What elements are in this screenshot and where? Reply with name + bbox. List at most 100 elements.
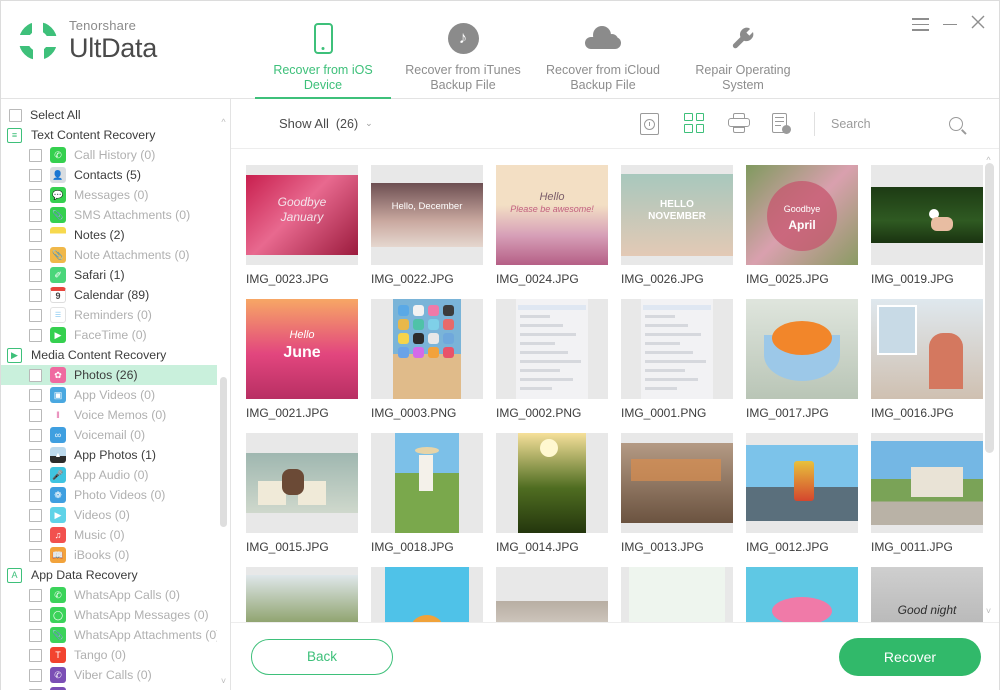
photo-cell[interactable]: IMG_0016.JPG bbox=[871, 299, 983, 420]
photo-thumbnail[interactable] bbox=[746, 299, 858, 399]
photo-cell[interactable]: IMG_0018.JPG bbox=[371, 433, 483, 554]
sidebar-item-whatsapp-calls[interactable]: ✆ WhatsApp Calls (0) bbox=[1, 585, 217, 605]
sidebar-item-music[interactable]: ♫ Music (0) bbox=[1, 525, 217, 545]
item-checkbox[interactable] bbox=[29, 628, 42, 642]
photo-cell[interactable]: IMG_0001.PNG bbox=[621, 299, 733, 420]
tab-recover-from-itunes-backup[interactable]: ♪ Recover from iTunes Backup File bbox=[393, 11, 533, 99]
sidebar-item-safari[interactable]: ✐ Safari (1) bbox=[1, 265, 217, 285]
photo-thumbnail[interactable] bbox=[496, 299, 608, 399]
tab-recover-from-icloud-backup[interactable]: Recover from iCloud Backup File bbox=[533, 11, 673, 99]
photo-thumbnail[interactable] bbox=[496, 567, 608, 622]
photo-thumbnail[interactable] bbox=[746, 433, 858, 533]
photo-cell[interactable]: HELLO NOVEMBER IMG_0026.JPG bbox=[621, 165, 733, 286]
photo-thumbnail[interactable]: Good night bbox=[871, 567, 983, 622]
sidebar-item-viber-messages[interactable]: ◯Viber Messages (0) bbox=[1, 685, 217, 690]
sidebar-item-messages[interactable]: 💬 Messages (0) bbox=[1, 185, 217, 205]
photo-cell[interactable]: IMG_0012.JPG bbox=[746, 433, 858, 554]
photo-cell[interactable]: Goodbye January IMG_0023.JPG bbox=[246, 165, 358, 286]
photo-cell[interactable]: IMG_0015.JPG bbox=[246, 433, 358, 554]
photo-thumbnail[interactable] bbox=[621, 299, 733, 399]
sidebar-item-tango[interactable]: T Tango (0) bbox=[1, 645, 217, 665]
time-view-icon[interactable] bbox=[640, 112, 662, 135]
photo-cell[interactable] bbox=[621, 567, 733, 622]
photo-thumbnail[interactable] bbox=[371, 433, 483, 533]
item-checkbox[interactable] bbox=[29, 528, 42, 542]
photo-cell[interactable]: IMG_0011.JPG bbox=[871, 433, 983, 554]
item-checkbox[interactable] bbox=[29, 328, 42, 342]
photo-cell[interactable]: Hello Please be awesome! IMG_0024.JPG bbox=[496, 165, 608, 286]
sidebar-group-list-group-icon[interactable]: ≡ Text Content Recovery bbox=[1, 125, 217, 145]
photo-thumbnail[interactable]: Hello June bbox=[246, 299, 358, 399]
photo-thumbnail[interactable] bbox=[371, 567, 483, 622]
sidebar-item-app-videos[interactable]: ▣ App Videos (0) bbox=[1, 385, 217, 405]
item-checkbox[interactable] bbox=[29, 648, 42, 662]
sidebar-item-sms-attachment[interactable]: 📎 SMS Attachments (0) bbox=[1, 205, 217, 225]
photo-thumbnail[interactable] bbox=[746, 567, 858, 622]
sidebar-group-media-group-icon[interactable]: ▶ Media Content Recovery bbox=[1, 345, 217, 365]
print-icon[interactable] bbox=[728, 112, 750, 135]
grid-scroll-down-icon[interactable]: ˅ bbox=[983, 606, 994, 616]
recover-button[interactable]: Recover bbox=[839, 637, 981, 676]
grid-scrollbar[interactable]: ^ ˅ bbox=[984, 155, 995, 616]
photo-cell[interactable]: IMG_0013.JPG bbox=[621, 433, 733, 554]
sidebar-item-videos[interactable]: ▶ Videos (0) bbox=[1, 505, 217, 525]
sidebar-scrollbar[interactable]: ^ ˅ bbox=[219, 117, 228, 686]
sidebar-item-photo-videos[interactable]: ❁ Photo Videos (0) bbox=[1, 485, 217, 505]
photo-thumbnail[interactable]: Hello, December bbox=[371, 165, 483, 265]
photo-thumbnail[interactable]: Goodbye January bbox=[246, 165, 358, 265]
item-checkbox[interactable] bbox=[29, 428, 42, 442]
sidebar-item-note-attachment[interactable]: 📎 Note Attachments (0) bbox=[1, 245, 217, 265]
item-checkbox[interactable] bbox=[29, 288, 42, 302]
item-checkbox[interactable] bbox=[29, 168, 42, 182]
photo-thumbnail[interactable] bbox=[871, 165, 983, 265]
item-checkbox[interactable] bbox=[29, 448, 42, 462]
photo-cell[interactable] bbox=[496, 567, 608, 622]
photo-cell[interactable] bbox=[371, 567, 483, 622]
sidebar-item-app-photos[interactable]: ▲ App Photos (1) bbox=[1, 445, 217, 465]
close-icon[interactable] bbox=[971, 15, 985, 34]
photo-thumbnail[interactable] bbox=[496, 433, 608, 533]
search-box[interactable] bbox=[831, 116, 981, 131]
photo-cell[interactable]: Goodbye April IMG_0025.JPG bbox=[746, 165, 858, 286]
item-checkbox[interactable] bbox=[29, 608, 42, 622]
photo-cell[interactable]: Good night bbox=[871, 567, 983, 622]
photo-cell[interactable]: IMG_0002.PNG bbox=[496, 299, 608, 420]
item-checkbox[interactable] bbox=[29, 148, 42, 162]
menu-icon[interactable] bbox=[912, 18, 929, 31]
item-checkbox[interactable] bbox=[29, 208, 42, 222]
photo-thumbnail[interactable] bbox=[246, 433, 358, 533]
sidebar-item-photos[interactable]: ✿ Photos (26) bbox=[1, 365, 217, 385]
item-checkbox[interactable] bbox=[29, 228, 42, 242]
photo-cell[interactable] bbox=[746, 567, 858, 622]
item-checkbox[interactable] bbox=[29, 488, 42, 502]
sidebar-group-appdata-group-icon[interactable]: A App Data Recovery bbox=[1, 565, 217, 585]
item-checkbox[interactable] bbox=[29, 368, 42, 382]
tab-recover-from-ios-device[interactable]: Recover from iOS Device bbox=[253, 11, 393, 100]
photo-cell[interactable] bbox=[246, 567, 358, 622]
sidebar-item-voice-memos[interactable]: ‖ Voice Memos (0) bbox=[1, 405, 217, 425]
sidebar-item-viber-calls[interactable]: ✆ Viber Calls (0) bbox=[1, 665, 217, 685]
grid-view-icon[interactable] bbox=[684, 112, 706, 135]
item-checkbox[interactable] bbox=[29, 468, 42, 482]
item-checkbox[interactable] bbox=[29, 588, 42, 602]
item-checkbox[interactable] bbox=[29, 668, 42, 682]
sidebar-item-whatsapp-attachments[interactable]: 📎 WhatsApp Attachments (0) bbox=[1, 625, 217, 645]
item-checkbox[interactable] bbox=[29, 188, 42, 202]
photo-cell[interactable]: IMG_0003.PNG bbox=[371, 299, 483, 420]
search-input[interactable] bbox=[831, 116, 949, 131]
export-settings-icon[interactable] bbox=[772, 112, 794, 135]
sidebar-item-app-audio[interactable]: 🎤 App Audio (0) bbox=[1, 465, 217, 485]
photo-thumbnail[interactable] bbox=[621, 433, 733, 533]
sidebar-item-reminders[interactable]: ☰ Reminders (0) bbox=[1, 305, 217, 325]
photo-thumbnail[interactable] bbox=[871, 299, 983, 399]
photo-thumbnail[interactable] bbox=[371, 299, 483, 399]
item-checkbox[interactable] bbox=[29, 508, 42, 522]
item-checkbox[interactable] bbox=[29, 408, 42, 422]
photo-thumbnail[interactable]: Goodbye April bbox=[746, 165, 858, 265]
item-checkbox[interactable] bbox=[29, 388, 42, 402]
sidebar-item-whatsapp-messages[interactable]: ◯ WhatsApp Messages (0) bbox=[1, 605, 217, 625]
show-all-dropdown[interactable]: Show All (26) ⌄ bbox=[279, 116, 373, 131]
item-checkbox[interactable] bbox=[29, 268, 42, 282]
photo-thumbnail[interactable] bbox=[621, 567, 733, 622]
item-checkbox[interactable] bbox=[29, 548, 42, 562]
